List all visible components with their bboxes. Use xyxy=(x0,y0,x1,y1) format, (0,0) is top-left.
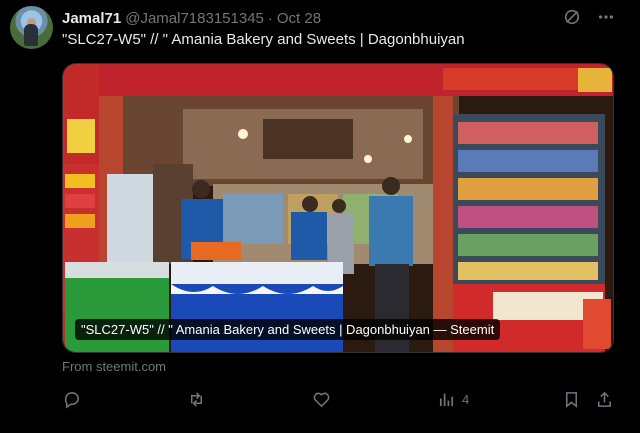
link-card[interactable]: "SLC27-W5" // " Amania Bakery and Sweets… xyxy=(62,63,614,353)
card-image xyxy=(63,64,613,352)
grok-icon[interactable] xyxy=(562,7,582,27)
more-icon[interactable] xyxy=(596,7,616,27)
bookmark-button[interactable] xyxy=(562,388,581,410)
avatar-figure-body xyxy=(24,24,38,46)
views-count: 4 xyxy=(462,391,470,407)
views-icon xyxy=(439,393,454,406)
card-source-link[interactable]: From steemit.com xyxy=(62,359,166,374)
like-icon xyxy=(313,392,330,407)
retweet-button[interactable] xyxy=(187,388,206,410)
action-bar: 4 xyxy=(62,388,622,410)
share-icon xyxy=(598,391,611,407)
display-name[interactable]: Jamal71 xyxy=(62,10,121,27)
header-actions xyxy=(562,7,616,27)
like-button[interactable] xyxy=(312,388,331,410)
retweet-icon xyxy=(190,391,203,407)
card-caption: "SLC27-W5" // " Amania Bakery and Sweets… xyxy=(75,319,501,340)
share-button[interactable] xyxy=(595,388,614,410)
tweet-header: Jamal71 @Jamal7183151345 · Oct 28 xyxy=(62,8,321,28)
tweet-text: "SLC27-W5" // " Amania Bakery and Sweets… xyxy=(62,31,465,48)
reply-button[interactable] xyxy=(62,388,81,410)
reply-icon xyxy=(64,391,79,409)
separator-dot: · xyxy=(267,9,273,27)
tweet-date[interactable]: Oct 28 xyxy=(277,10,321,27)
bookmark-icon xyxy=(565,391,578,408)
views-button[interactable]: 4 xyxy=(437,388,469,410)
avatar[interactable] xyxy=(10,6,53,49)
user-handle[interactable]: @Jamal7183151345 xyxy=(125,10,264,27)
